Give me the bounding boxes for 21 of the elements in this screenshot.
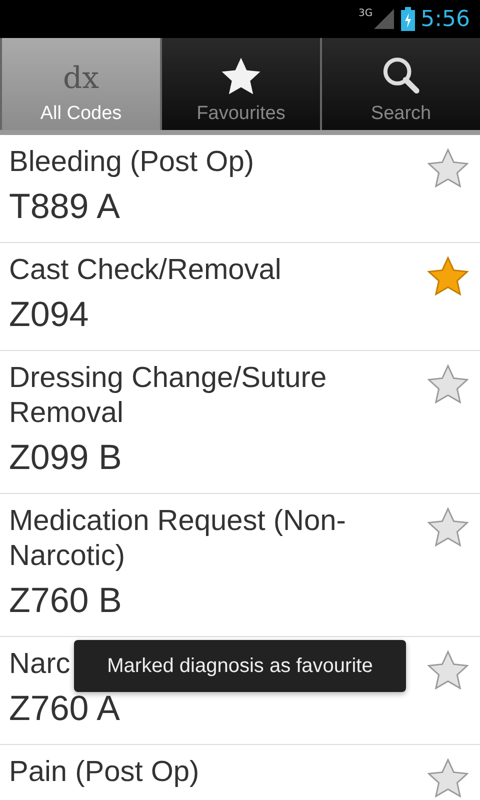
diagnosis-name: Medication Request (Non-Narcotic) (9, 504, 347, 574)
logo-icon: dx (62, 59, 100, 99)
diagnosis-name: Bleeding (Post Op) (9, 145, 254, 180)
tab[interactable]: dx All Codes (0, 38, 160, 130)
battery-icon (400, 7, 415, 31)
tab[interactable]: Search (320, 38, 480, 130)
diagnosis-code: Z760 B (9, 580, 123, 622)
tab[interactable]: Favourites (160, 38, 320, 130)
clock: 5:56 (420, 6, 470, 32)
diagnosis-name: Narc (9, 647, 70, 682)
favourite-star-icon[interactable] (426, 757, 470, 800)
diagnosis-code: Z760 A (9, 688, 121, 730)
diagnosis-name: Dressing Change/Suture Removal (9, 361, 328, 431)
diagnosis-code: Z099 B (9, 437, 123, 479)
diagnosis-code: T889 A (9, 186, 121, 228)
diagnosis-name: Pain (Post Op) (9, 755, 200, 790)
diagnosis-name: Cast Check/Removal (9, 253, 282, 288)
signal-icon (372, 8, 395, 30)
diagnosis-code: Z094 (9, 294, 90, 336)
toast-message: Marked diagnosis as favourite (107, 654, 373, 678)
network-label: 3G (358, 8, 373, 19)
